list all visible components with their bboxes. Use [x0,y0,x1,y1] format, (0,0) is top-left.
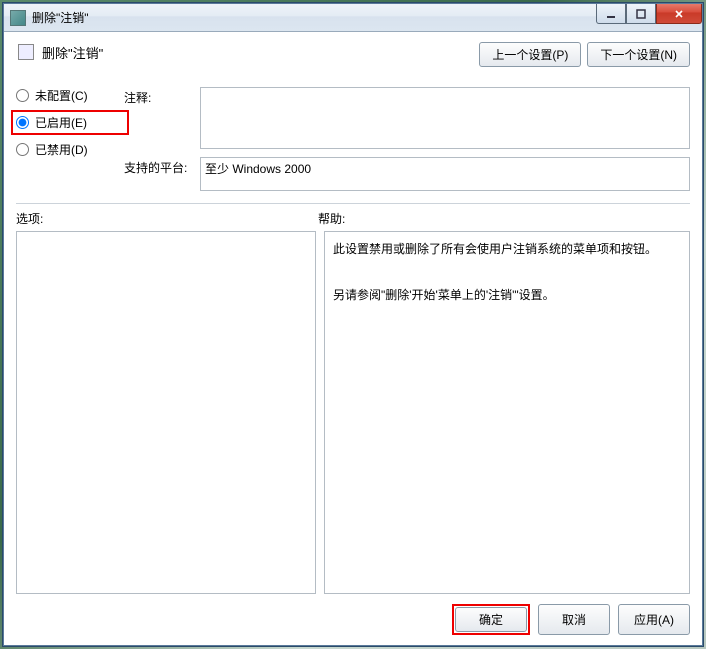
options-label: 选项: [16,210,318,227]
state-radio-group: 未配置(C) 已启用(E) 已禁用(D) [16,87,124,191]
platform-row: 支持的平台: 至少 Windows 2000 [124,157,690,191]
help-label: 帮助: [318,210,345,227]
maximize-button[interactable] [626,4,656,24]
right-column: 注释: 支持的平台: 至少 Windows 2000 [124,87,690,191]
window-icon [10,10,26,26]
comment-input[interactable] [200,87,690,149]
client-area: 删除"注销" 上一个设置(P) 下一个设置(N) 未配置(C) 已启用(E) [4,32,702,645]
dialog-window: 删除"注销" 删除"注销" 上一个设置(P) 下一个设置(N) [3,3,703,646]
platform-label: 支持的平台: [124,157,192,176]
previous-setting-button[interactable]: 上一个设置(P) [479,42,581,67]
title-bar[interactable]: 删除"注销" [4,4,702,32]
help-text-line: 此设置禁用或删除了所有会使用户注销系统的菜单项和按钮。 [333,238,681,261]
comment-label: 注释: [124,87,192,106]
panel-labels-row: 选项: 帮助: [16,210,690,227]
help-panel[interactable]: 此设置禁用或删除了所有会使用户注销系统的菜单项和按钮。 另请参阅"删除'开始'菜… [324,231,690,594]
radio-not-configured-label: 未配置(C) [35,87,88,104]
cancel-button[interactable]: 取消 [538,604,610,635]
radio-disabled-label: 已禁用(D) [35,141,88,158]
radio-disabled-input[interactable] [16,143,29,156]
radio-enabled-label: 已启用(E) [35,114,87,131]
config-row: 未配置(C) 已启用(E) 已禁用(D) 注释: [16,87,690,191]
policy-icon [18,44,34,60]
ok-button[interactable]: 确定 [455,607,527,632]
footer: 确定 取消 应用(A) [16,594,690,635]
help-text-line: 另请参阅"删除'开始'菜单上的'注销'"设置。 [333,284,681,307]
close-icon [673,8,685,20]
radio-disabled[interactable]: 已禁用(D) [16,141,124,158]
minimize-button[interactable] [596,4,626,24]
apply-button[interactable]: 应用(A) [618,604,690,635]
platform-value: 至少 Windows 2000 [200,157,690,191]
comment-row: 注释: [124,87,690,149]
radio-enabled[interactable]: 已启用(E) [16,114,124,131]
radio-not-configured[interactable]: 未配置(C) [16,87,124,104]
radio-not-configured-input[interactable] [16,89,29,102]
panels: 此设置禁用或删除了所有会使用户注销系统的菜单项和按钮。 另请参阅"删除'开始'菜… [16,231,690,594]
maximize-icon [635,8,647,20]
window-title: 删除"注销" [32,9,89,26]
next-setting-button[interactable]: 下一个设置(N) [587,42,690,67]
divider [16,203,690,204]
options-panel[interactable] [16,231,316,594]
minimize-icon [605,8,617,20]
policy-name: 删除"注销" [42,42,103,62]
header-row: 删除"注销" 上一个设置(P) 下一个设置(N) [16,42,690,67]
radio-enabled-input[interactable] [16,116,29,129]
close-button[interactable] [656,4,702,24]
nav-buttons: 上一个设置(P) 下一个设置(N) [479,42,690,67]
ok-highlight: 确定 [452,604,530,635]
enabled-highlight: 已启用(E) [11,110,129,135]
window-controls [596,4,702,24]
